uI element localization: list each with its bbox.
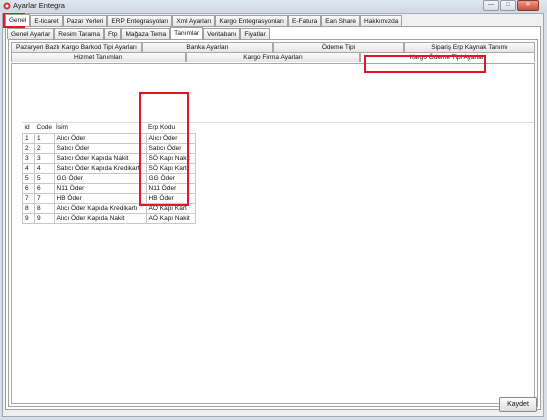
table-row[interactable]: 3 3 Satıcı Öder Kapıda Nakit SÖ Kapı Nak… (22, 153, 196, 164)
window-title: Ayarlar Entegra (13, 1, 65, 10)
genel-panel: Genel Ayarlar Resim Tarama Ftp Mağaza Te… (5, 26, 541, 410)
cell-id[interactable]: 8 (22, 203, 35, 214)
tab-ean-share[interactable]: Ean Share (321, 15, 361, 26)
column-header-id[interactable]: id (23, 122, 35, 134)
cell-erp-kodu[interactable]: SÖ Kapı Kart (145, 163, 196, 174)
kargo-odeme-tipi-grid[interactable]: id Code İsim Erp Kodu 1 1 Alıcı Öder Alı… (22, 122, 196, 224)
tab-xml-ayarlari[interactable]: Xml Ayarları (172, 15, 216, 26)
cell-code[interactable]: 7 (34, 193, 55, 204)
close-button[interactable]: ✕ (517, 0, 539, 11)
cell-erp-kodu[interactable]: AÖ Kapı Kart (145, 203, 196, 214)
cell-code[interactable]: 8 (34, 203, 55, 214)
tab-resim-tarama[interactable]: Resim Tarama (54, 28, 105, 39)
cell-code[interactable]: 1 (34, 133, 55, 144)
cell-isim[interactable]: GG Öder (53, 173, 147, 184)
table-row[interactable]: 6 6 N11 Öder N11 Öder (22, 183, 196, 194)
tab-genel[interactable]: Genel (5, 14, 31, 26)
tab-kargo-entegrasyonlari[interactable]: Kargo Entegrasyonları (215, 15, 288, 26)
cell-code[interactable]: 4 (34, 163, 55, 174)
cell-id[interactable]: 3 (22, 153, 35, 164)
cell-code[interactable]: 9 (34, 213, 55, 224)
table-row[interactable]: 7 7 HB Öder HB Öder (22, 193, 196, 204)
tab-pazar-yerleri[interactable]: Pazar Yerleri (62, 15, 108, 26)
cell-isim[interactable]: Alıcı Öder Kapıda Kredikartı (53, 203, 147, 214)
top-tab-bar: Genel E-ticaret Pazar Yerleri ERP Entegr… (5, 14, 403, 26)
cell-isim[interactable]: Satıcı Öder Kapıda Nakit (53, 153, 147, 164)
column-header-code[interactable]: Code (35, 122, 55, 134)
tab-kargo-barkod-tipi[interactable]: Pazaryeri Bazlı Kargo Barkod Tipi Ayarla… (11, 42, 142, 52)
tab-hakkimizda[interactable]: Hakkımızda (360, 15, 403, 26)
tab-odeme-tipi[interactable]: Ödeme Tipi (273, 42, 404, 52)
cell-id[interactable]: 6 (22, 183, 35, 194)
maximize-button[interactable]: □ (500, 0, 516, 11)
cell-id[interactable]: 2 (22, 143, 35, 154)
cell-erp-kodu[interactable]: AÖ Kapı Nakit (145, 213, 196, 224)
title-bar: Ayarlar Entegra — □ ✕ (0, 0, 547, 12)
table-row[interactable]: 2 2 Satıcı Öder Satıcı Öder (22, 143, 196, 154)
cell-id[interactable]: 4 (22, 163, 35, 174)
cell-erp-kodu[interactable]: Alıcı Öder (145, 133, 196, 144)
cell-code[interactable]: 5 (34, 173, 55, 184)
tab-genel-ayarlar[interactable]: Genel Ayarlar (7, 28, 55, 39)
cell-id[interactable]: 9 (22, 213, 35, 224)
table-row[interactable]: 5 5 GG Öder GG Öder (22, 173, 196, 184)
tab-ftp[interactable]: Ftp (104, 28, 122, 39)
tanimlar-panel: Pazaryeri Bazlı Kargo Barkod Tipi Ayarla… (8, 39, 538, 407)
cell-erp-kodu[interactable]: GG Öder (145, 173, 196, 184)
grid-header-row: id Code İsim Erp Kodu (23, 122, 196, 134)
cell-erp-kodu[interactable]: SÖ Kapı Nakit (145, 153, 196, 164)
cell-code[interactable]: 6 (34, 183, 55, 194)
cell-erp-kodu[interactable]: N11 Öder (145, 183, 196, 194)
tab-kargo-firma-ayarlari[interactable]: Kargo Firma Ayarları (185, 52, 361, 62)
cell-isim[interactable]: Alıcı Öder (53, 133, 147, 144)
cell-code[interactable]: 3 (34, 153, 55, 164)
cell-id[interactable]: 1 (22, 133, 35, 144)
table-row[interactable]: 1 1 Alıcı Öder Alıcı Öder (22, 133, 196, 144)
minimize-button[interactable]: — (483, 0, 499, 11)
tab-veritabani[interactable]: Veritabanı (203, 28, 241, 39)
tab-banka-ayarlari[interactable]: Banka Ayarları (142, 42, 273, 52)
cell-isim[interactable]: Satıcı Öder (53, 143, 147, 154)
cell-erp-kodu[interactable]: Satıcı Öder (145, 143, 196, 154)
kargo-odeme-tipi-content: id Code İsim Erp Kodu 1 1 Alıcı Öder Alı… (11, 63, 535, 404)
cell-code[interactable]: 2 (34, 143, 55, 154)
cell-id[interactable]: 7 (22, 193, 35, 204)
table-row[interactable]: 9 9 Alıcı Öder Kapıda Nakit AÖ Kapı Naki… (22, 213, 196, 224)
tab-hizmet-tanimlari[interactable]: Hizmet Tanımları (11, 52, 186, 62)
cell-isim[interactable]: Satıcı Öder Kapıda Kredikart (53, 163, 147, 174)
column-header-erp-kodu[interactable]: Erp Kodu (146, 122, 195, 134)
app-icon (3, 2, 11, 10)
cell-isim[interactable]: N11 Öder (53, 183, 147, 194)
save-button[interactable]: Kaydet (499, 397, 537, 412)
tab-kargo-odeme-tipi-ayarlari[interactable]: Kargo Ödeme Tipi Ayarları (360, 52, 536, 62)
cell-erp-kodu[interactable]: HB Öder (145, 193, 196, 204)
column-header-isim[interactable]: İsim (54, 122, 146, 134)
tab-tanimlar[interactable]: Tanımlar (170, 27, 204, 39)
table-row[interactable]: 8 8 Alıcı Öder Kapıda Kredikartı AÖ Kapı… (22, 203, 196, 214)
tab-e-fatura[interactable]: E-Fatura (288, 15, 322, 26)
tab-fiyatlar[interactable]: Fiyatlar (240, 28, 270, 39)
cell-isim[interactable]: HB Öder (53, 193, 147, 204)
tab-siparis-erp-kaynak[interactable]: Sipariş Erp Kaynak Tanımı (404, 42, 535, 52)
tab-magaza-tema[interactable]: Mağaza Tema (121, 28, 171, 39)
tab-erp-entegrasyonlari[interactable]: ERP Entegrasyoları (107, 15, 173, 26)
cell-isim[interactable]: Alıcı Öder Kapıda Nakit (53, 213, 147, 224)
window-client: Genel E-ticaret Pazar Yerleri ERP Entegr… (2, 13, 544, 417)
cell-id[interactable]: 5 (22, 173, 35, 184)
table-row[interactable]: 4 4 Satıcı Öder Kapıda Kredikart SÖ Kapı… (22, 163, 196, 174)
sub-tab-bar: Genel Ayarlar Resim Tarama Ftp Mağaza Te… (7, 27, 270, 39)
tab-eticaret[interactable]: E-ticaret (30, 15, 63, 26)
